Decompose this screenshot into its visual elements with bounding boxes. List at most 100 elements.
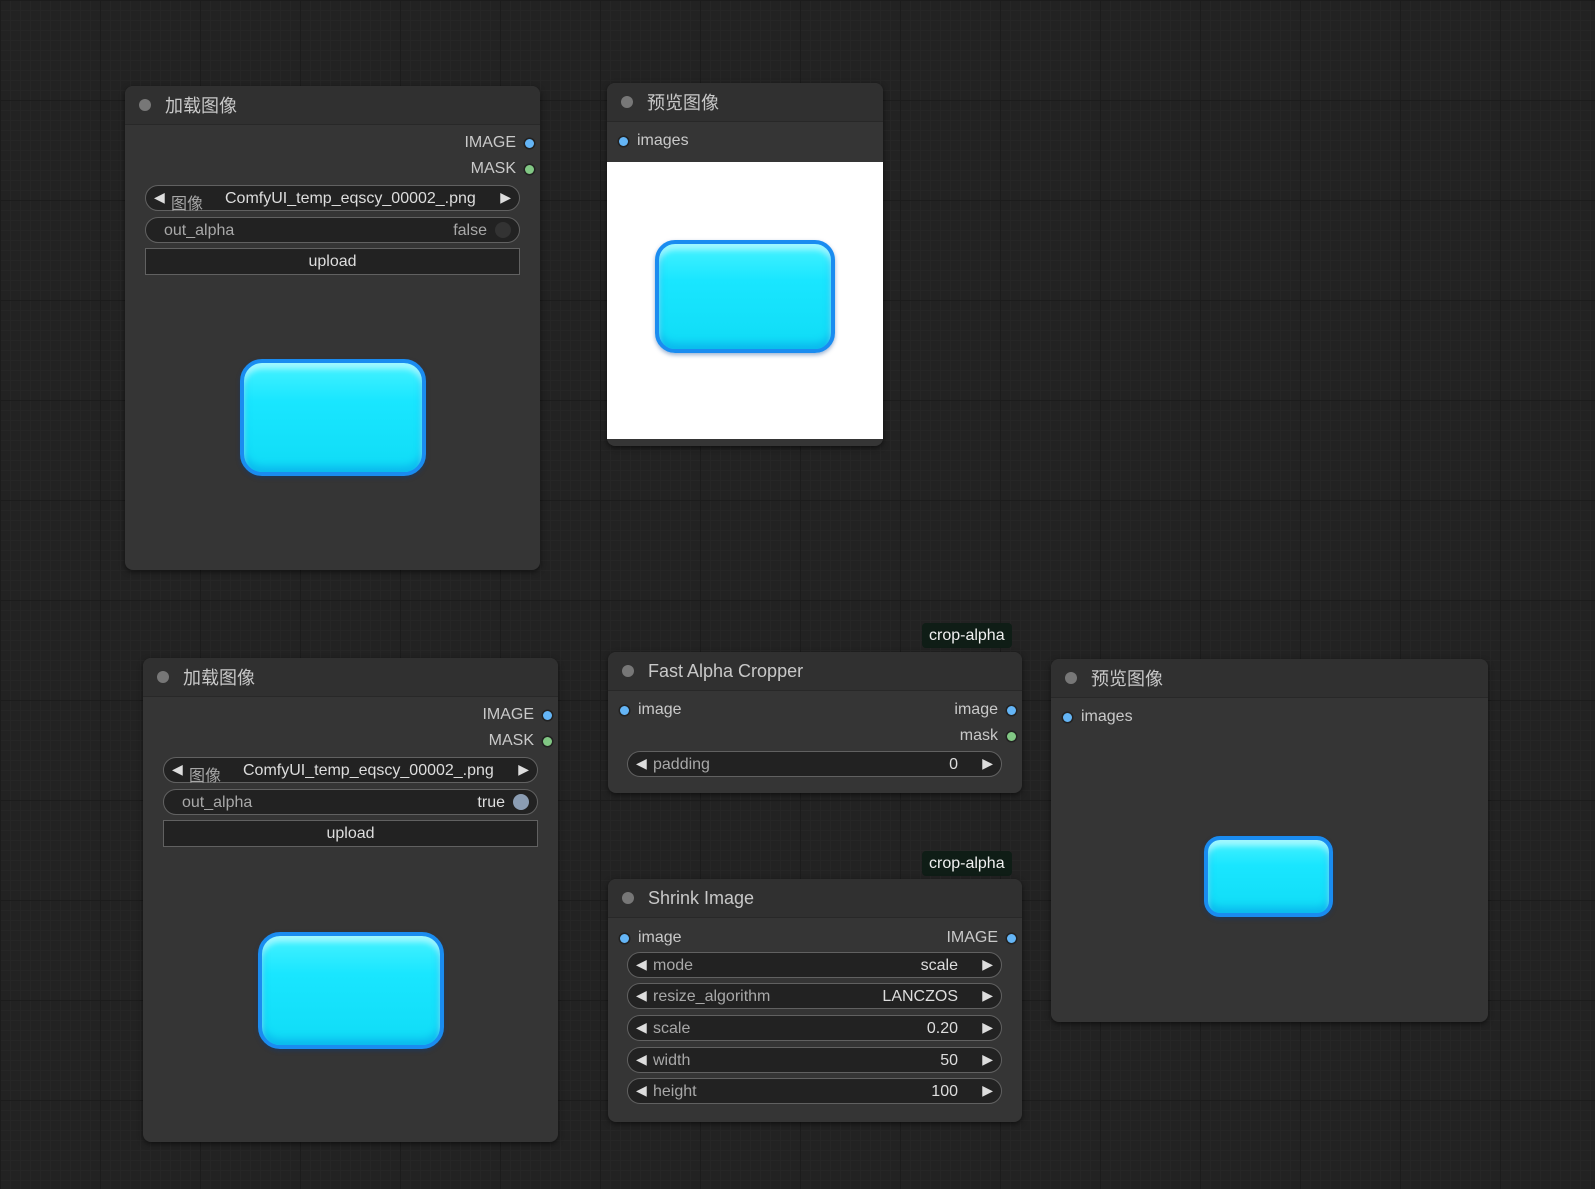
output-slot-mask[interactable]: MASK	[125, 157, 540, 179]
output-dot-icon[interactable]	[525, 138, 534, 148]
decrement-arrow-icon[interactable]: ◀	[636, 1019, 647, 1036]
node-title: 加载图像	[165, 96, 237, 116]
widget-value: false	[453, 222, 487, 239]
node-title: 加载图像	[183, 668, 255, 688]
collapse-dot-icon[interactable]	[621, 96, 633, 108]
node-header[interactable]: 加载图像	[143, 658, 558, 697]
image-preview	[125, 281, 540, 561]
load-image-node-1[interactable]: 加载图像 IMAGE MASK ◀ 图像 ComfyUI_temp_eqscy_…	[125, 86, 540, 570]
collapse-dot-icon[interactable]	[1065, 672, 1077, 684]
decrement-arrow-icon[interactable]: ◀	[636, 1082, 647, 1099]
padding-number-widget[interactable]: ◀ padding 0 ▶	[627, 751, 1002, 777]
output-slot-mask[interactable]: MASK	[143, 729, 558, 751]
image-preview	[607, 162, 883, 439]
node-header[interactable]: 预览图像	[1051, 659, 1488, 698]
widget-value: LANCZOS	[882, 988, 958, 1005]
preview-image-node-1[interactable]: 预览图像 images	[607, 83, 883, 446]
output-slot-mask[interactable]: mask	[608, 724, 1022, 746]
widget-label: scale	[653, 1020, 691, 1037]
increment-arrow-icon[interactable]: ▶	[982, 1019, 993, 1036]
scale-number-widget[interactable]: ◀ scale 0.20 ▶	[627, 1015, 1002, 1041]
decrement-arrow-icon[interactable]: ◀	[636, 755, 647, 772]
node-title: 预览图像	[1091, 669, 1163, 689]
output-slot-image[interactable]: IMAGE	[125, 131, 540, 153]
right-arrow-icon[interactable]: ▶	[982, 956, 993, 973]
widget-label: resize_algorithm	[653, 988, 771, 1005]
slot-label: images	[1081, 708, 1133, 725]
preview-image-node-2[interactable]: 预览图像 images	[1051, 659, 1488, 1022]
widget-label: width	[653, 1052, 691, 1069]
increment-arrow-icon[interactable]: ▶	[982, 1051, 993, 1068]
toggle-on-icon[interactable]	[513, 794, 529, 810]
collapse-dot-icon[interactable]	[622, 892, 634, 904]
input-dot-icon[interactable]	[620, 933, 629, 943]
out-alpha-toggle[interactable]: out_alpha false	[145, 217, 520, 243]
shrink-image-node[interactable]: Shrink Image image IMAGE ◀ mode scale ▶ …	[608, 879, 1022, 1122]
input-dot-icon[interactable]	[1063, 712, 1072, 722]
mode-combo-widget[interactable]: ◀ mode scale ▶	[627, 952, 1002, 978]
widget-value: 0	[949, 756, 958, 773]
output-dot-icon[interactable]	[525, 164, 534, 174]
increment-arrow-icon[interactable]: ▶	[982, 755, 993, 772]
right-arrow-icon[interactable]: ▶	[982, 987, 993, 1004]
upload-button[interactable]: upload	[163, 820, 538, 847]
left-arrow-icon[interactable]: ◀	[636, 987, 647, 1004]
output-dot-icon[interactable]	[543, 710, 552, 720]
input-slot-images[interactable]: images	[1051, 705, 1488, 727]
slot-label: IMAGE	[482, 706, 534, 723]
right-arrow-icon[interactable]: ▶	[518, 761, 529, 778]
cyan-rounded-rect-image	[240, 359, 426, 476]
node-header[interactable]: 预览图像	[607, 83, 883, 122]
widget-label: out_alpha	[164, 222, 235, 239]
node-title: Shrink Image	[648, 887, 755, 908]
out-alpha-toggle[interactable]: out_alpha true	[163, 789, 538, 815]
left-arrow-icon[interactable]: ◀	[154, 189, 165, 206]
width-number-widget[interactable]: ◀ width 50 ▶	[627, 1047, 1002, 1073]
widget-value: 50	[940, 1052, 958, 1069]
left-arrow-icon[interactable]: ◀	[636, 956, 647, 973]
image-select-widget[interactable]: ◀ 图像 ComfyUI_temp_eqscy_00002_.png ▶	[163, 757, 538, 785]
output-dot-icon[interactable]	[543, 736, 552, 746]
collapse-dot-icon[interactable]	[157, 671, 169, 683]
right-arrow-icon[interactable]: ▶	[500, 189, 511, 206]
height-number-widget[interactable]: ◀ height 100 ▶	[627, 1078, 1002, 1104]
widget-value: 0.20	[926, 1020, 958, 1037]
output-dot-icon[interactable]	[1007, 705, 1016, 715]
load-image-node-2[interactable]: 加载图像 IMAGE MASK ◀ 图像 ComfyUI_temp_eqscy_…	[143, 658, 558, 1142]
io-slot-row-image[interactable]: image image	[608, 698, 1022, 720]
slot-label: image	[638, 929, 682, 946]
slot-label: MASK	[470, 160, 516, 177]
cyan-rounded-rect-image	[1204, 836, 1333, 917]
decrement-arrow-icon[interactable]: ◀	[636, 1051, 647, 1068]
group-tag-crop-alpha[interactable]: crop-alpha	[922, 851, 1012, 876]
widget-value: ComfyUI_temp_eqscy_00002_.png	[243, 762, 494, 779]
resize-algorithm-combo-widget[interactable]: ◀ resize_algorithm LANCZOS ▶	[627, 983, 1002, 1009]
output-slot-image[interactable]: IMAGE	[143, 703, 558, 725]
collapse-dot-icon[interactable]	[139, 99, 151, 111]
widget-value: true	[477, 794, 505, 811]
input-dot-icon[interactable]	[620, 705, 629, 715]
io-slot-row-image[interactable]: image IMAGE	[608, 926, 1022, 948]
image-preview	[1051, 739, 1488, 1019]
widget-label: 图像	[171, 196, 204, 213]
input-dot-icon[interactable]	[619, 136, 628, 146]
output-dot-icon[interactable]	[1007, 731, 1016, 741]
cyan-rounded-rect-image	[258, 932, 444, 1049]
increment-arrow-icon[interactable]: ▶	[982, 1082, 993, 1099]
left-arrow-icon[interactable]: ◀	[172, 761, 183, 778]
input-slot-images[interactable]: images	[607, 129, 883, 151]
image-select-widget[interactable]: ◀ 图像 ComfyUI_temp_eqscy_00002_.png ▶	[145, 185, 520, 213]
node-header[interactable]: 加载图像	[125, 86, 540, 125]
upload-button[interactable]: upload	[145, 248, 520, 275]
output-dot-icon[interactable]	[1007, 933, 1016, 943]
toggle-off-icon[interactable]	[495, 222, 511, 238]
widget-value: 100	[931, 1083, 958, 1100]
collapse-dot-icon[interactable]	[622, 665, 634, 677]
node-header[interactable]: Shrink Image	[608, 879, 1022, 918]
widget-value: scale	[920, 957, 958, 974]
fast-alpha-cropper-node[interactable]: Fast Alpha Cropper image image mask ◀ pa…	[608, 652, 1022, 793]
slot-label: image	[954, 701, 998, 718]
group-tag-crop-alpha[interactable]: crop-alpha	[922, 623, 1012, 648]
node-header[interactable]: Fast Alpha Cropper	[608, 652, 1022, 691]
cyan-rounded-rect-image	[655, 240, 835, 353]
